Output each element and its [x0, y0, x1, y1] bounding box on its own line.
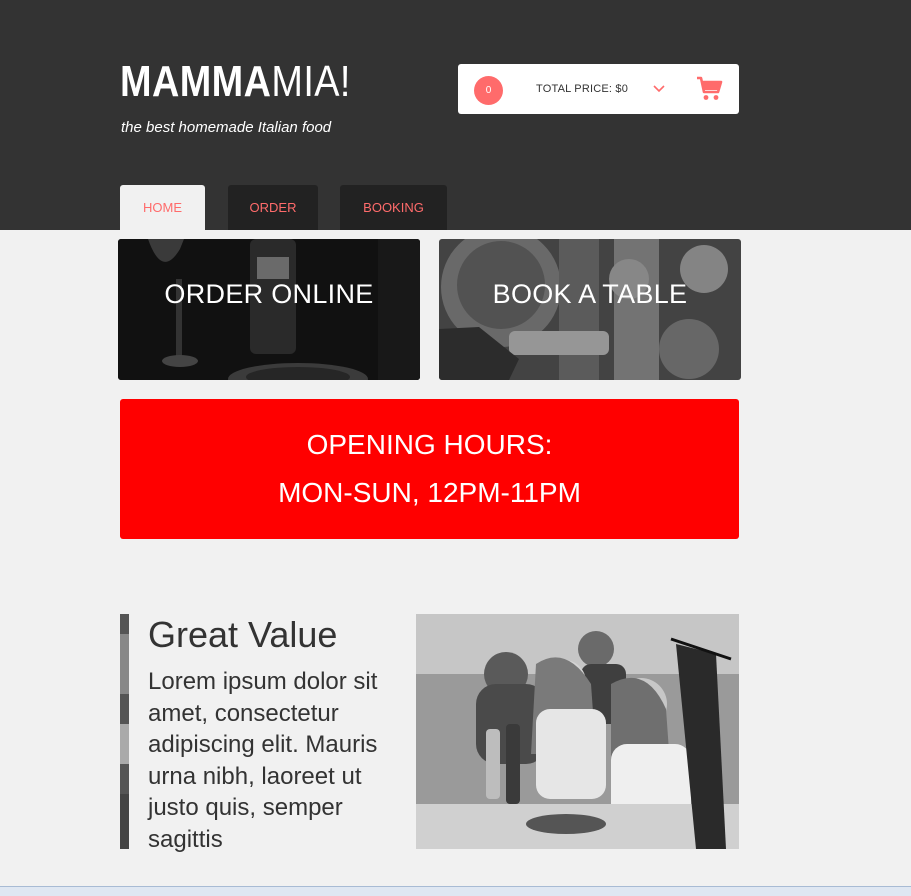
feature-image-strip: [120, 614, 129, 849]
order-online-tile[interactable]: ORDER ONLINE: [118, 239, 420, 380]
order-online-label: ORDER ONLINE: [164, 279, 374, 309]
book-table-label: BOOK A TABLE: [492, 279, 688, 309]
cart-total-price: TOTAL PRICE: $0: [536, 83, 629, 95]
tagline: the best homemade Italian food: [121, 119, 332, 136]
feature-title: Great Value: [148, 614, 338, 655]
logo-bold: MAMMA: [120, 57, 272, 106]
opening-hours-title: OPENING HOURS:: [306, 429, 553, 460]
opening-hours-times: MON-SUN, 12PM-11PM: [278, 477, 581, 508]
logo[interactable]: MAMMAMIA!: [120, 56, 351, 108]
restaurant-photo: [416, 614, 739, 849]
tab-booking[interactable]: BOOKING: [340, 185, 447, 230]
book-table-tile[interactable]: BOOK A TABLE: [439, 239, 741, 380]
logo-light: MIA!: [271, 57, 351, 106]
cart-summary[interactable]: 0 TOTAL PRICE: $0: [458, 64, 739, 114]
tab-home[interactable]: HOME: [120, 185, 205, 230]
cart-count-badge: 0: [474, 76, 503, 105]
site-header: MAMMAMIA! the best homemade Italian food…: [0, 0, 911, 230]
tab-order[interactable]: ORDER: [228, 185, 318, 230]
chevron-down-icon[interactable]: [652, 81, 666, 95]
feature-text: Lorem ipsum dolor sit amet, consectetur …: [148, 668, 378, 853]
shopping-cart-icon[interactable]: [696, 76, 723, 102]
opening-hours-banner: OPENING HOURS: MON-SUN, 12PM-11PM: [120, 399, 739, 539]
